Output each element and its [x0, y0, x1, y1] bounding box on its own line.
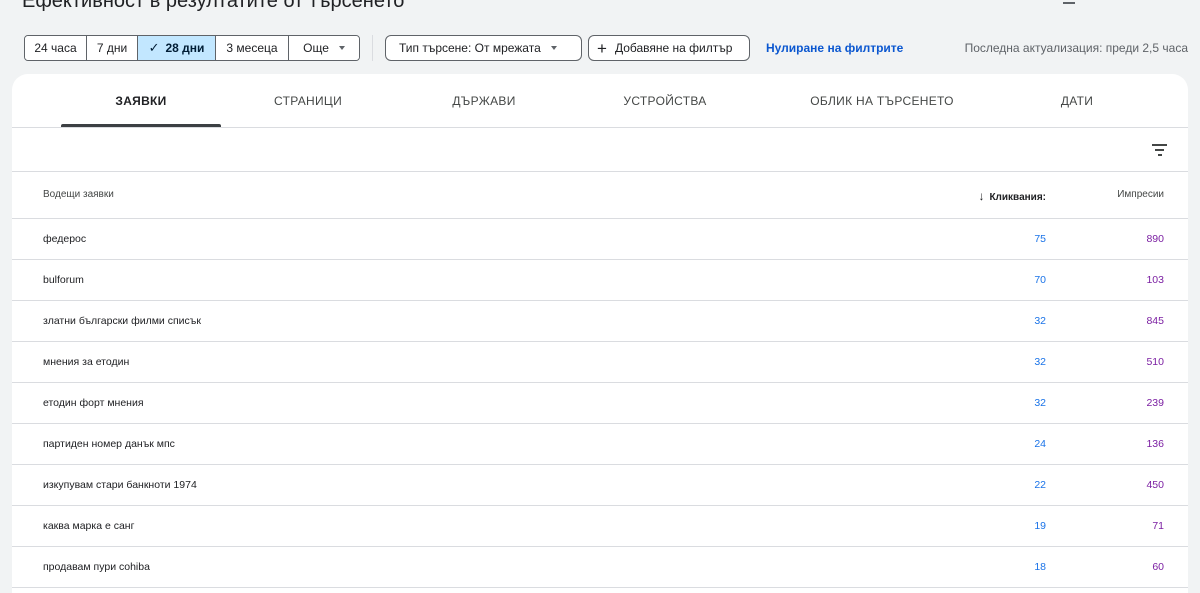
table-row[interactable]: изкупувам стари банкноти 1974 22 450: [12, 465, 1188, 506]
table-header: Водещи заявки ↓ Кликвания: Импресии: [12, 172, 1188, 219]
table-row[interactable]: златни български филми списък 32 845: [12, 301, 1188, 342]
table-row[interactable]: bulforum 70 103: [12, 260, 1188, 301]
impressions-cell: 103: [1146, 274, 1164, 286]
tab-pages[interactable]: СТРАНИЦИ: [228, 74, 388, 128]
last-update-text: Последна актуализация: преди 2,5 часа: [964, 41, 1188, 55]
date-range-3m-button[interactable]: 3 месеца: [216, 36, 289, 60]
table-row[interactable]: мнения за етодин 32 510: [12, 342, 1188, 383]
impressions-cell: 890: [1146, 233, 1164, 245]
table-row[interactable]: продавам пури cohiba 18 60: [12, 547, 1188, 588]
dimension-tabs: ЗАЯВКИ СТРАНИЦИ ДЪРЖАВИ УСТРОЙСТВА ОБЛИК…: [12, 74, 1188, 128]
tab-countries[interactable]: ДЪРЖАВИ: [404, 74, 564, 128]
arrow-down-icon: ↓: [978, 189, 985, 203]
toolbar-divider: [372, 35, 373, 61]
query-cell: мнения за етодин: [43, 356, 130, 368]
column-header-impressions[interactable]: Импресии: [1117, 189, 1164, 200]
search-type-filter-button[interactable]: Тип търсене: От мрежата: [385, 35, 582, 61]
table-filter-bar: [12, 128, 1188, 172]
clicks-cell: 22: [1034, 479, 1046, 491]
tab-dates[interactable]: ДАТИ: [997, 74, 1157, 128]
active-tab-indicator: [61, 124, 221, 127]
tab-queries[interactable]: ЗАЯВКИ: [61, 74, 221, 128]
query-cell: продавам пури cohiba: [43, 561, 150, 573]
reset-filters-link[interactable]: Нулиране на филтрите: [766, 41, 903, 55]
table-row[interactable]: федерос 75 890: [12, 219, 1188, 260]
clicks-cell: 75: [1034, 233, 1046, 245]
add-filter-label: Добавяне на филтър: [614, 41, 733, 55]
search-type-label: Тип търсене: От мрежата: [399, 41, 541, 55]
column-header-query[interactable]: Водещи заявки: [43, 189, 114, 200]
impressions-cell: 450: [1146, 479, 1164, 491]
date-range-label: 28 дни: [165, 41, 205, 55]
query-cell: bulforum: [43, 274, 84, 286]
date-range-label: Още: [303, 41, 329, 55]
queries-table: Водещи заявки ↓ Кликвания: Импресии федер…: [12, 172, 1188, 588]
clicks-cell: 18: [1034, 561, 1046, 573]
query-cell: федерос: [43, 233, 87, 245]
impressions-cell: 60: [1152, 561, 1164, 573]
toolbar: 24 часа 7 дни ✓ 28 дни 3 месеца Още Тип …: [24, 35, 1194, 61]
clicks-cell: 19: [1034, 520, 1046, 532]
column-header-clicks-label: Кликвания:: [989, 192, 1046, 203]
query-cell: златни български филми списък: [43, 315, 201, 327]
date-range-label: 3 месеца: [226, 41, 278, 55]
tab-search-appearance[interactable]: ОБЛИК НА ТЪРСЕНЕТО: [772, 74, 992, 128]
query-cell: етодин форт мнения: [43, 397, 144, 409]
tab-devices[interactable]: УСТРОЙСТВА: [585, 74, 745, 128]
chevron-down-icon: [338, 46, 345, 50]
date-range-28d-button[interactable]: ✓ 28 дни: [138, 36, 216, 60]
column-header-clicks[interactable]: ↓ Кликвания:: [978, 189, 1046, 203]
clicks-cell: 70: [1034, 274, 1046, 286]
date-range-7d-button[interactable]: 7 дни: [87, 36, 138, 60]
clicks-cell: 24: [1034, 438, 1046, 450]
impressions-cell: 845: [1146, 315, 1164, 327]
date-range-label: 7 дни: [96, 41, 128, 55]
page-title: Ефективност в резултатите от търсенето: [22, 0, 405, 12]
impressions-cell: 510: [1146, 356, 1164, 368]
table-row[interactable]: каква марка е санг 19 71: [12, 506, 1188, 547]
date-range-label: 24 часа: [34, 41, 77, 55]
check-icon: ✓: [148, 40, 160, 55]
date-range-24h-button[interactable]: 24 часа: [25, 36, 87, 60]
filter-icon[interactable]: [1152, 144, 1167, 156]
impressions-cell: 239: [1146, 397, 1164, 409]
query-cell: партиден номер данък мпс: [43, 438, 175, 450]
chevron-down-icon: [550, 46, 557, 50]
plus-icon: +: [597, 38, 607, 58]
add-filter-button[interactable]: + Добавяне на филтър: [588, 35, 750, 61]
report-card: ЗАЯВКИ СТРАНИЦИ ДЪРЖАВИ УСТРОЙСТВА ОБЛИК…: [12, 74, 1188, 593]
impressions-cell: 71: [1152, 520, 1164, 532]
clicks-cell: 32: [1034, 356, 1046, 368]
query-cell: каква марка е санг: [43, 520, 135, 532]
date-range-more-button[interactable]: Още: [289, 36, 359, 60]
impressions-cell: 136: [1146, 438, 1164, 450]
table-row[interactable]: етодин форт мнения 32 239: [12, 383, 1188, 424]
query-cell: изкупувам стари банкноти 1974: [43, 479, 197, 491]
clicks-cell: 32: [1034, 315, 1046, 327]
menu-icon[interactable]: [1063, 0, 1075, 4]
table-row[interactable]: партиден номер данък мпс 24 136: [12, 424, 1188, 465]
date-range-selector: 24 часа 7 дни ✓ 28 дни 3 месеца Още: [24, 35, 360, 61]
clicks-cell: 32: [1034, 397, 1046, 409]
